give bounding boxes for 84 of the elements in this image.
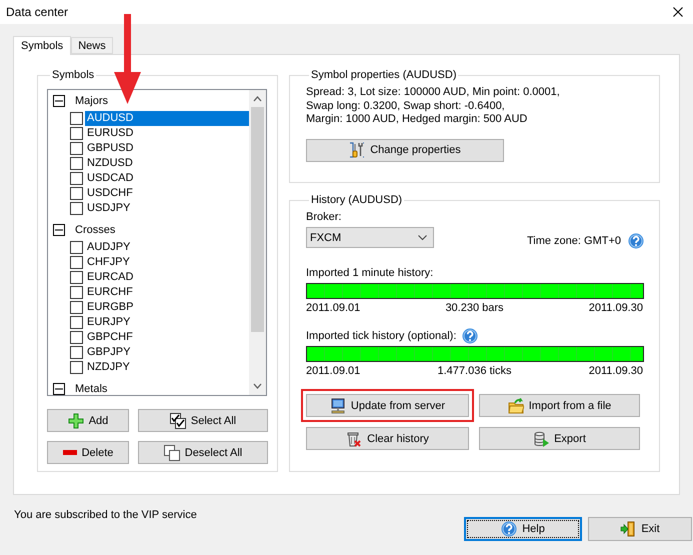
checkbox[interactable] [70, 331, 83, 344]
group-title: Symbol properties (AUDUSD) [310, 69, 458, 81]
chevron-down-icon [418, 234, 427, 240]
collapse-icon[interactable] [53, 224, 65, 236]
tree-item[interactable]: AUDUSD [85, 111, 249, 126]
record-count: 1.477.036 ticks [438, 365, 512, 377]
change-properties-button[interactable]: Change properties [306, 138, 504, 162]
tree-group-label[interactable]: Metals [75, 383, 108, 395]
tree-item[interactable]: NZDJPY [85, 360, 249, 375]
checkbox[interactable] [70, 286, 83, 299]
start-date: 2011.09.01 [306, 365, 360, 377]
computer-icon [330, 398, 346, 414]
history-label: Imported 1 minute history: [306, 267, 434, 279]
checkbox[interactable] [70, 202, 83, 215]
squares-icon [164, 444, 180, 460]
checkbox[interactable] [70, 172, 83, 185]
tree-group-label[interactable]: Crosses [75, 224, 116, 236]
collapse-icon[interactable] [53, 383, 65, 395]
checkbox[interactable] [70, 187, 83, 200]
door-icon [620, 521, 636, 537]
help-icon [501, 521, 518, 537]
tree-item[interactable]: AUDJPY [85, 240, 249, 255]
field-label: Broker: [306, 211, 342, 223]
checkbox[interactable] [70, 301, 83, 314]
checkboxes-icon [170, 412, 186, 428]
import-from-file-button[interactable]: Import from a file [479, 394, 640, 417]
checkbox[interactable] [70, 127, 83, 140]
tree-item[interactable]: USDCAD [85, 171, 249, 186]
record-count: 30.230 bars [445, 302, 504, 314]
database-icon [533, 430, 550, 446]
tree-item[interactable]: EURJPY [85, 315, 249, 330]
collapse-icon[interactable] [53, 95, 65, 107]
deselect-all-button[interactable]: Deselect All [138, 441, 268, 464]
tree-item[interactable]: GBPCHF [85, 330, 249, 345]
help-button[interactable]: Help [464, 517, 582, 541]
tree-item[interactable]: NZDUSD [85, 156, 249, 171]
tree-item[interactable]: EURGBP [85, 300, 249, 315]
time-zone-label: Time zone: GMT+0 [526, 235, 621, 247]
add-button[interactable]: Add [47, 409, 129, 432]
clear-history-button[interactable]: Clear history [306, 427, 469, 450]
checkbox[interactable] [70, 241, 83, 254]
checkbox[interactable] [70, 271, 83, 284]
checkbox[interactable] [70, 361, 83, 374]
end-date: 2011.09.30 [588, 365, 643, 377]
tree-item[interactable]: GBPUSD [85, 141, 249, 156]
status-text: You are subscribed to the VIP service [14, 509, 197, 523]
checkbox[interactable] [70, 112, 83, 125]
tree-item[interactable]: EURCHF [85, 285, 249, 300]
tree-item[interactable]: GBPJPY [85, 345, 249, 360]
end-date: 2011.09.30 [588, 302, 643, 314]
checkbox[interactable] [70, 316, 83, 329]
help-icon[interactable] [628, 233, 644, 249]
select-all-button[interactable]: Select All [138, 409, 268, 432]
tree-item[interactable]: USDJPY [85, 201, 249, 216]
tools-icon [349, 142, 366, 158]
group-title: Symbols [51, 69, 96, 81]
close-icon[interactable] [673, 7, 683, 17]
update-from-server-button[interactable]: Update from server [306, 394, 469, 417]
checkbox[interactable] [70, 142, 83, 155]
group-title: History (AUDUSD) [310, 194, 404, 206]
checkbox[interactable] [70, 157, 83, 170]
tab[interactable]: News [71, 37, 113, 54]
scrollbar[interactable] [249, 90, 266, 395]
tree-item[interactable]: EURUSD [85, 126, 249, 141]
delete-button[interactable]: Delete [47, 441, 129, 464]
plus-icon [68, 412, 84, 428]
properties-text: Spread: 3, Lot size: 100000 AUD, Min point: 0.0001, Swap long: 0.3200, Swap short: -0.6400, Margin: 1000 AUD, Hedged margin: 500 AUD [306, 86, 561, 126]
trash-icon [346, 430, 362, 446]
tree-item[interactable]: CHFJPY [85, 255, 249, 270]
checkbox[interactable] [70, 346, 83, 359]
broker-dropdown[interactable]: FXCM [306, 227, 434, 248]
tree-item[interactable]: EURCAD [85, 270, 249, 285]
tree-group-label[interactable]: Majors [75, 95, 108, 107]
exit-button[interactable]: Exit [588, 517, 692, 541]
minus-icon [62, 450, 77, 455]
tab[interactable]: Symbols [13, 36, 72, 55]
export-button[interactable]: Export [479, 427, 640, 450]
tree-item[interactable]: USDCHF [85, 186, 249, 201]
start-date: 2011.09.01 [306, 302, 360, 314]
window-title: Data center [6, 5, 68, 19]
checkbox[interactable] [70, 256, 83, 269]
help-icon[interactable] [462, 328, 478, 344]
history-label: Imported tick history (optional): [306, 330, 456, 342]
folder-icon [508, 398, 524, 414]
